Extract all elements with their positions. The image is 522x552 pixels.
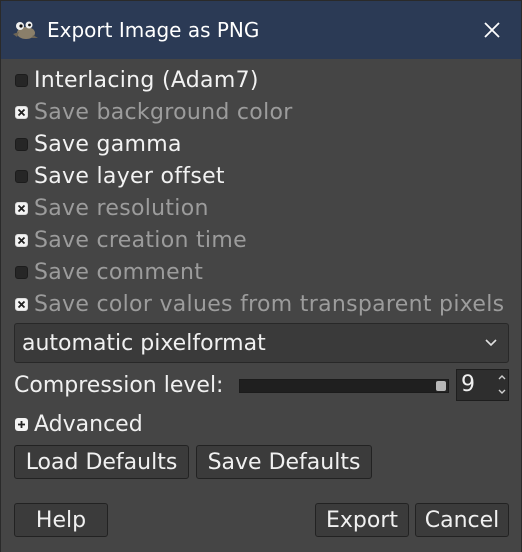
advanced-label: Advanced [34, 411, 143, 437]
increment-button[interactable] [495, 370, 509, 385]
save-background-color-checkbox[interactable] [15, 105, 28, 119]
save-gamma-checkbox[interactable] [15, 137, 28, 151]
option-label: Save resolution [34, 195, 209, 221]
export-button[interactable]: Export [315, 503, 409, 537]
check-mark-icon [17, 300, 26, 308]
chevron-down-icon [485, 339, 497, 347]
save-layer-offset-checkbox[interactable] [15, 169, 28, 183]
compression-spinbutton[interactable]: 9 [456, 369, 509, 401]
title-bar[interactable]: Export Image as PNG [1, 1, 521, 59]
compression-slider-fill [240, 380, 436, 392]
gimp-wilber-icon [13, 21, 38, 39]
save-transparent-color-values-checkbox[interactable] [15, 297, 28, 311]
option-label: Interlacing (Adam7) [34, 67, 259, 93]
pixelformat-select[interactable]: automatic pixelformat [14, 323, 509, 363]
help-button[interactable]: Help [14, 503, 108, 537]
compression-slider[interactable] [239, 379, 449, 393]
load-defaults-button[interactable]: Load Defaults [14, 445, 189, 479]
option-save-transparent-color-values[interactable]: Save color values from transparent pixel… [15, 289, 504, 319]
option-save-comment[interactable]: Save comment [15, 257, 203, 287]
save-comment-checkbox[interactable] [15, 265, 28, 279]
option-save-creation-time[interactable]: Save creation time [15, 225, 247, 255]
export-png-dialog: Export Image as PNG Interlacing (Adam7) … [0, 0, 522, 552]
option-label: Save color values from transparent pixel… [34, 291, 505, 317]
dialog-content: Interlacing (Adam7) Save background colo… [1, 59, 521, 552]
expand-plus-icon [15, 417, 28, 431]
advanced-expander[interactable]: Advanced [15, 409, 143, 439]
interlacing-checkbox[interactable] [15, 73, 28, 87]
pixelformat-value: automatic pixelformat [22, 331, 266, 356]
option-interlacing[interactable]: Interlacing (Adam7) [15, 65, 259, 95]
compression-value: 9 [461, 372, 475, 397]
option-label: Save gamma [34, 131, 182, 157]
chevron-down-icon [498, 389, 506, 394]
compression-slider-handle[interactable] [436, 381, 446, 391]
option-save-background-color[interactable]: Save background color [15, 97, 293, 127]
check-mark-icon [17, 108, 26, 116]
close-icon [484, 22, 500, 38]
option-label: Save background color [34, 99, 293, 125]
save-resolution-checkbox[interactable] [15, 201, 28, 215]
option-label: Save layer offset [34, 163, 225, 189]
save-defaults-button[interactable]: Save Defaults [196, 445, 372, 479]
option-save-layer-offset[interactable]: Save layer offset [15, 161, 225, 191]
compression-label: Compression level: [14, 373, 224, 398]
dialog-title: Export Image as PNG [47, 18, 260, 42]
option-save-resolution[interactable]: Save resolution [15, 193, 209, 223]
chevron-up-icon [498, 375, 506, 380]
cancel-button[interactable]: Cancel [415, 503, 509, 537]
save-creation-time-checkbox[interactable] [15, 233, 28, 247]
option-label: Save comment [34, 259, 204, 285]
decrement-button[interactable] [495, 385, 509, 400]
option-save-gamma[interactable]: Save gamma [15, 129, 182, 159]
close-button[interactable] [476, 16, 508, 44]
check-mark-icon [17, 236, 26, 244]
option-label: Save creation time [34, 227, 247, 253]
check-mark-icon [17, 204, 26, 212]
